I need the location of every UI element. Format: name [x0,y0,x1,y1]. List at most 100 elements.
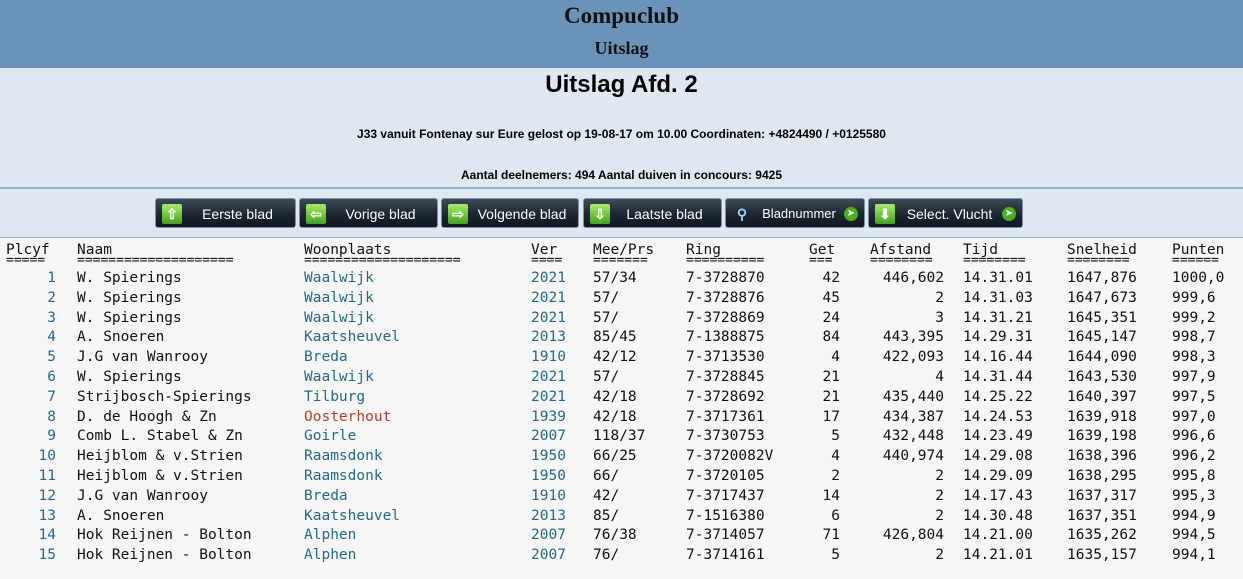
cell-ver[interactable]: 2021 [531,269,566,289]
cell-ver[interactable]: 2021 [531,388,566,408]
cell-ver[interactable]: 2007 [531,546,566,566]
previous-page-label: Vorige blad [345,206,416,222]
cell-mee: 42/12 [593,349,637,366]
cell-ring: 7-3728869 [686,309,765,326]
top-banner: Compuclub Uitslag [0,0,1243,68]
cell-woonplaats[interactable]: Kaatsheuvel [304,328,400,348]
cell-ver[interactable]: 2013 [531,507,566,527]
cell-plcyf[interactable]: 5 [0,348,56,368]
cell-woonplaats[interactable]: Kaatsheuvel [304,507,400,527]
cell-woonplaats[interactable]: Waalwijk [304,269,374,289]
cell-tijd: 14.30.48 [963,507,1033,524]
cell-punten: 995,8 [1172,467,1216,484]
cell-punten: 1000,0 [1172,270,1225,286]
cell-get: 5 [831,428,840,445]
cell-punten: 994,5 [1172,527,1216,544]
previous-page-button[interactable]: ⇦ Vorige blad [299,198,438,228]
cell-get: 42 [822,270,840,286]
cell-plcyf[interactable]: 8 [0,408,56,428]
cell-mee: 85/45 [593,329,637,346]
table-row: 8 D. de Hoogh & Zn Oosterhout 1939 42/18 7-37… [0,408,1243,428]
cell-woonplaats[interactable]: Breda [304,487,348,507]
cell-plcyf[interactable]: 6 [0,368,56,388]
select-flight-button[interactable]: ⬇ Select. Vlucht ➤ [868,198,1023,228]
cell-tijd: 14.25.22 [963,388,1033,405]
cell-plcyf[interactable]: 3 [0,309,56,329]
cell-ver[interactable]: 1939 [531,408,566,428]
cell-ver[interactable]: 1950 [531,447,566,467]
cell-naam: W. Spierings [77,368,182,385]
cell-tijd: 14.29.31 [963,329,1033,346]
arrow-down-icon: ⇩ [590,204,610,224]
cell-mee: 57/ [593,309,620,326]
table-row: 15 Hok Reijnen - Bolton Alphen 2007 76/7-371… [0,546,1243,566]
table-row: 5 J.G van Wanrooy Breda 1910 42/12 7-3713530 4… [0,348,1243,368]
cell-afstand: 2 [935,467,944,484]
cell-afstand: 434,387 [882,408,944,425]
cell-ver[interactable]: 2013 [531,328,566,348]
table-row: 11 Heijblom & v.Strien Raamsdonk 1950 66/7-3… [0,467,1243,487]
cell-mee: 76/ [593,547,620,564]
cell-woonplaats[interactable]: Alphen [304,526,356,546]
cell-ring: 7-3720082V [686,448,774,465]
table-body: 1 W. Spierings Waalwijk 2021 57/34 7-3728870 4… [0,269,1243,566]
cell-woonplaats[interactable]: Alphen [304,546,356,566]
cell-afstand: 3 [935,309,944,326]
cell-punten: 996,2 [1172,448,1216,465]
page-subtitle: Uitslag [594,38,649,58]
cell-plcyf[interactable]: 12 [0,487,56,507]
cell-ver[interactable]: 2021 [531,368,566,388]
separator-get: === [809,253,833,268]
cell-woonplaats[interactable]: Raamsdonk [304,447,383,467]
table-row: 4 A. Snoeren Kaatsheuvel 2013 85/45 7-1388875… [0,328,1243,348]
cell-woonplaats[interactable]: Tilburg [304,388,365,408]
cell-tijd: 14.24.53 [963,408,1033,425]
separator-ver: ==== [531,253,563,268]
cell-naam: A. Snoeren [77,329,165,346]
cell-mee: 76/38 [593,527,637,544]
cell-tijd: 14.17.43 [963,487,1033,504]
cell-woonplaats[interactable]: Goirle [304,427,356,447]
cell-plcyf[interactable]: 13 [0,507,56,527]
cell-ver[interactable]: 2021 [531,289,566,309]
cell-ver[interactable]: 1950 [531,467,566,487]
cell-woonplaats[interactable]: Waalwijk [304,368,374,388]
cell-woonplaats[interactable]: Breda [304,348,348,368]
cell-woonplaats[interactable]: Raamsdonk [304,467,383,487]
cell-get: 4 [831,349,840,366]
cell-ver[interactable]: 2021 [531,309,566,329]
cell-plcyf[interactable]: 10 [0,447,56,467]
cell-plcyf[interactable]: 14 [0,526,56,546]
last-page-button[interactable]: ⇩ Laatste blad [583,198,722,228]
next-page-button[interactable]: ⇨ Volgende blad [441,198,579,228]
cell-plcyf[interactable]: 1 [0,269,56,289]
arrow-right-icon: ⇨ [448,204,468,224]
cell-ver[interactable]: 1910 [531,487,566,507]
cell-snelheid: 1639,198 [1067,428,1137,445]
separator-tijd: ======== [963,253,1026,268]
cell-plcyf[interactable]: 7 [0,388,56,408]
cell-plcyf[interactable]: 11 [0,467,56,487]
page-number-button[interactable]: ⚲ Bladnummer ➤ [725,198,865,228]
cell-snelheid: 1637,351 [1067,507,1137,524]
cell-ver[interactable]: 1910 [531,348,566,368]
cell-plcyf[interactable]: 15 [0,546,56,566]
cell-plcyf[interactable]: 4 [0,328,56,348]
cell-plcyf[interactable]: 2 [0,289,56,309]
cell-punten: 994,9 [1172,507,1216,524]
cell-snelheid: 1638,295 [1067,467,1137,484]
cell-snelheid: 1635,262 [1067,527,1137,544]
cell-woonplaats[interactable]: Oosterhout [304,408,391,428]
cell-snelheid: 1643,530 [1067,368,1137,385]
arrow-up-icon: ⇧ [162,204,182,224]
cell-ver[interactable]: 2007 [531,526,566,546]
magnifier-icon: ⚲ [736,206,748,222]
cell-plcyf[interactable]: 9 [0,427,56,447]
cell-ver[interactable]: 2007 [531,427,566,447]
cell-snelheid: 1644,090 [1067,349,1137,366]
cell-woonplaats[interactable]: Waalwijk [304,309,374,329]
first-page-button[interactable]: ⇧ Eerste blad [155,198,296,228]
cell-snelheid: 1647,876 [1067,270,1137,286]
cell-naam: Hok Reijnen - Bolton [77,547,252,564]
cell-woonplaats[interactable]: Waalwijk [304,289,374,309]
